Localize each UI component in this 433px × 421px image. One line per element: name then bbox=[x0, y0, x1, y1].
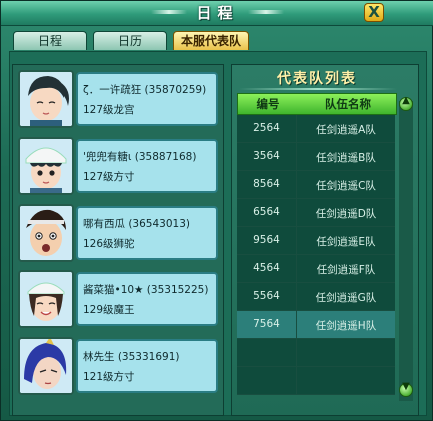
member-info: 酱菜猫•10★ (35315225) 129级魔王 bbox=[76, 272, 218, 326]
team-row-selected[interactable]: 7564 任剑逍遥H队 bbox=[237, 311, 395, 339]
member-card[interactable]: 哪有西瓜 (36543013) 126级狮驼 bbox=[18, 204, 218, 264]
team-row[interactable]: 5564 任剑逍遥G队 bbox=[237, 283, 395, 311]
member-level-school: 126级狮驼 bbox=[83, 238, 135, 250]
team-name: 任剑逍遥C队 bbox=[316, 180, 376, 192]
member-name: 林先生 (35331691) bbox=[83, 351, 180, 363]
header-number: 编号 bbox=[256, 97, 280, 111]
white-hat-boy-avatar bbox=[18, 137, 74, 195]
tab-schedule[interactable]: 日程 bbox=[13, 31, 87, 50]
team-number: 8564 bbox=[253, 178, 280, 190]
team-row[interactable]: 3564 任剑逍遥B队 bbox=[237, 143, 395, 171]
team-row-empty[interactable] bbox=[237, 367, 395, 395]
tab-server-team[interactable]: 本服代表队 bbox=[173, 31, 249, 50]
column-divider bbox=[296, 115, 297, 395]
chevron-down-icon: ▼ bbox=[402, 381, 410, 392]
team-name: 任剑逍遥A队 bbox=[316, 124, 376, 136]
team-row[interactable]: 8564 任剑逍遥C队 bbox=[237, 171, 395, 199]
team-number: 9564 bbox=[253, 234, 280, 246]
team-name: 任剑逍遥F队 bbox=[316, 264, 376, 276]
member-name: 哪有西瓜 (36543013) bbox=[83, 218, 190, 230]
member-level-school: 127级方寸 bbox=[83, 171, 135, 183]
scroll-down-button[interactable]: ▼ bbox=[399, 381, 413, 397]
team-table-header: 编号 队伍名称 bbox=[237, 93, 397, 115]
team-number: 5564 bbox=[253, 290, 280, 302]
team-name: 任剑逍遥H队 bbox=[315, 320, 377, 332]
member-level-school: 121级方寸 bbox=[83, 371, 135, 383]
team-name: 任剑逍遥B队 bbox=[316, 152, 376, 164]
member-info: ζ．一许疏狂 (35870259) 127级龙宫 bbox=[76, 72, 218, 126]
team-row[interactable]: 9564 任剑逍遥E队 bbox=[237, 227, 395, 255]
smiling-girl-avatar bbox=[18, 270, 74, 328]
tab-calendar[interactable]: 日历 bbox=[93, 31, 167, 50]
team-name: 任剑逍遥E队 bbox=[316, 236, 376, 248]
close-button[interactable]: X bbox=[364, 3, 384, 22]
member-card[interactable]: ζ．一许疏狂 (35870259) 127级龙宫 bbox=[18, 70, 218, 130]
team-row[interactable]: 4564 任剑逍遥F队 bbox=[237, 255, 395, 283]
schedule-window: 日程 X 日程 日历 本服代表队 ζ．一许疏狂 (35870259) 127级龙… bbox=[0, 0, 433, 421]
scrollbar-track[interactable] bbox=[399, 101, 413, 401]
member-card[interactable]: '兜兜有糖ι (35887168) 127级方寸 bbox=[18, 137, 218, 197]
team-name: 任剑逍遥G队 bbox=[315, 292, 377, 304]
title-divider bbox=[239, 88, 397, 90]
header-team-name: 队伍名称 bbox=[325, 97, 371, 111]
surprised-boy-avatar bbox=[18, 204, 74, 262]
team-list-title: 代表队列表 bbox=[277, 71, 357, 87]
title-bar[interactable]: 日程 X bbox=[1, 1, 433, 26]
team-row-empty[interactable] bbox=[237, 339, 395, 367]
team-number: 6564 bbox=[253, 206, 280, 218]
team-number: 7564 bbox=[253, 318, 280, 330]
member-card[interactable]: 酱菜猫•10★ (35315225) 129级魔王 bbox=[18, 270, 218, 330]
member-info: 哪有西瓜 (36543013) 126级狮驼 bbox=[76, 206, 218, 260]
member-info: 林先生 (35331691) 121级方寸 bbox=[76, 339, 218, 393]
member-name: '兜兜有糖ι (35887168) bbox=[83, 151, 197, 163]
member-name: ζ．一许疏狂 (35870259) bbox=[83, 84, 207, 96]
scroll-up-button[interactable]: ▲ bbox=[399, 95, 413, 111]
member-info: '兜兜有糖ι (35887168) 127级方寸 bbox=[76, 139, 218, 193]
ponytail-boy-avatar bbox=[18, 70, 74, 128]
team-row[interactable]: 2564 任剑逍遥A队 bbox=[237, 115, 395, 143]
blue-hair-avatar bbox=[18, 337, 74, 395]
member-name: 酱菜猫•10★ (35315225) bbox=[83, 284, 209, 296]
team-number: 3564 bbox=[253, 150, 280, 162]
team-number: 4564 bbox=[253, 262, 280, 274]
team-name: 任剑逍遥D队 bbox=[315, 208, 377, 220]
chevron-up-icon: ▲ bbox=[402, 95, 410, 106]
member-level-school: 127级龙宫 bbox=[83, 104, 135, 116]
title-ornament-right bbox=[248, 10, 284, 14]
member-level-school: 129级魔王 bbox=[83, 304, 135, 316]
team-number: 2564 bbox=[253, 122, 280, 134]
team-row[interactable]: 6564 任剑逍遥D队 bbox=[237, 199, 395, 227]
close-icon: X bbox=[368, 3, 380, 21]
member-card[interactable]: 林先生 (35331691) 121级方寸 bbox=[18, 337, 218, 397]
